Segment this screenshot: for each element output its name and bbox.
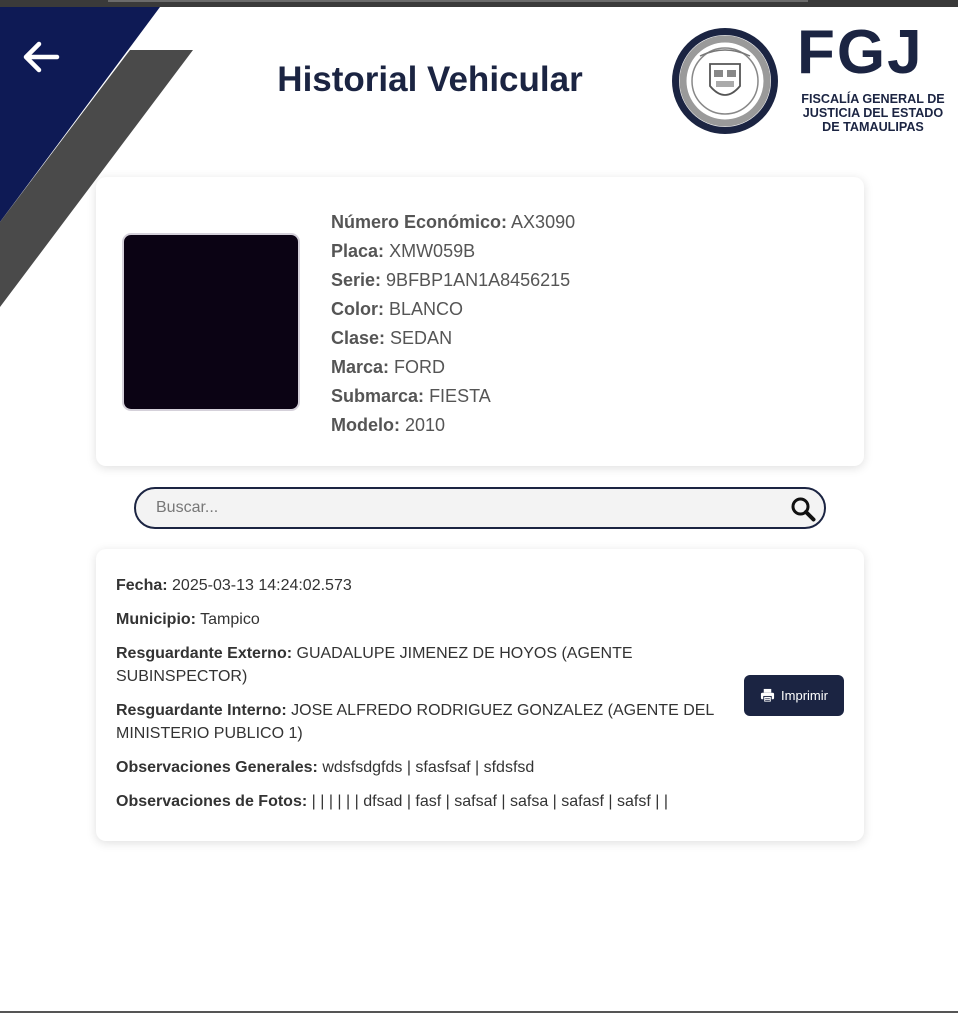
printer-icon xyxy=(760,688,775,703)
print-button-label: Imprimir xyxy=(781,688,828,703)
history-observaciones-fotos: Observaciones de Fotos: | | | | | | dfsa… xyxy=(116,793,669,810)
fgj-logo: FGJ FISCALÍA GENERAL DE JUSTICIA DEL EST… xyxy=(670,22,952,138)
vehicle-color: Color: BLANCO xyxy=(331,299,464,319)
page-title: Historial Vehicular xyxy=(277,60,583,99)
search-button[interactable] xyxy=(788,494,818,524)
vehicle-photo[interactable] xyxy=(122,233,300,411)
history-entry-details: Fecha: 2025-03-13 14:24:02.573 Municipio… xyxy=(116,574,726,824)
history-observaciones-generales: Observaciones Generales: wdsfsdgfds | sf… xyxy=(116,759,535,776)
state-seal-icon xyxy=(672,28,778,134)
vehicle-submarca: Submarca: FIESTA xyxy=(331,386,491,406)
history-resguardante-externo: Resguardante Externo: GUADALUPE JIMENEZ … xyxy=(116,645,633,685)
logo-brand-text: FGJ xyxy=(797,18,924,87)
vehicle-placa: Placa: XMW059B xyxy=(331,241,476,261)
vehicle-info-card: Número Económico: AX3090 Placa: XMW059B … xyxy=(96,177,864,466)
browser-top-bar xyxy=(0,0,958,7)
history-fecha: Fecha: 2025-03-13 14:24:02.573 xyxy=(116,577,352,594)
print-button[interactable]: Imprimir xyxy=(744,675,844,716)
search-bar xyxy=(134,487,826,529)
search-input[interactable] xyxy=(156,497,776,519)
vehicle-serie: Serie: 9BFBP1AN1A8456215 xyxy=(331,270,571,290)
history-entry-card: Fecha: 2025-03-13 14:24:02.573 Municipio… xyxy=(96,549,864,841)
browser-tab-line xyxy=(108,0,808,2)
logo-subtitle: FISCALÍA GENERAL DE JUSTICIA DEL ESTADO … xyxy=(801,92,945,134)
vehicle-clase: Clase: SEDAN xyxy=(331,328,453,348)
vehicle-numero-economico: Número Económico: AX3090 xyxy=(331,212,576,232)
history-resguardante-interno: Resguardante Interno: JOSE ALFREDO RODRI… xyxy=(116,702,714,742)
vehicle-details: Número Económico: AX3090 Placa: XMW059B … xyxy=(331,208,575,440)
history-municipio: Municipio: Tampico xyxy=(116,611,260,628)
vehicle-marca: Marca: FORD xyxy=(331,357,446,377)
vehicle-modelo: Modelo: 2010 xyxy=(331,415,446,435)
search-icon xyxy=(791,497,816,522)
arrow-left-icon xyxy=(23,41,60,73)
back-button[interactable] xyxy=(16,34,66,80)
